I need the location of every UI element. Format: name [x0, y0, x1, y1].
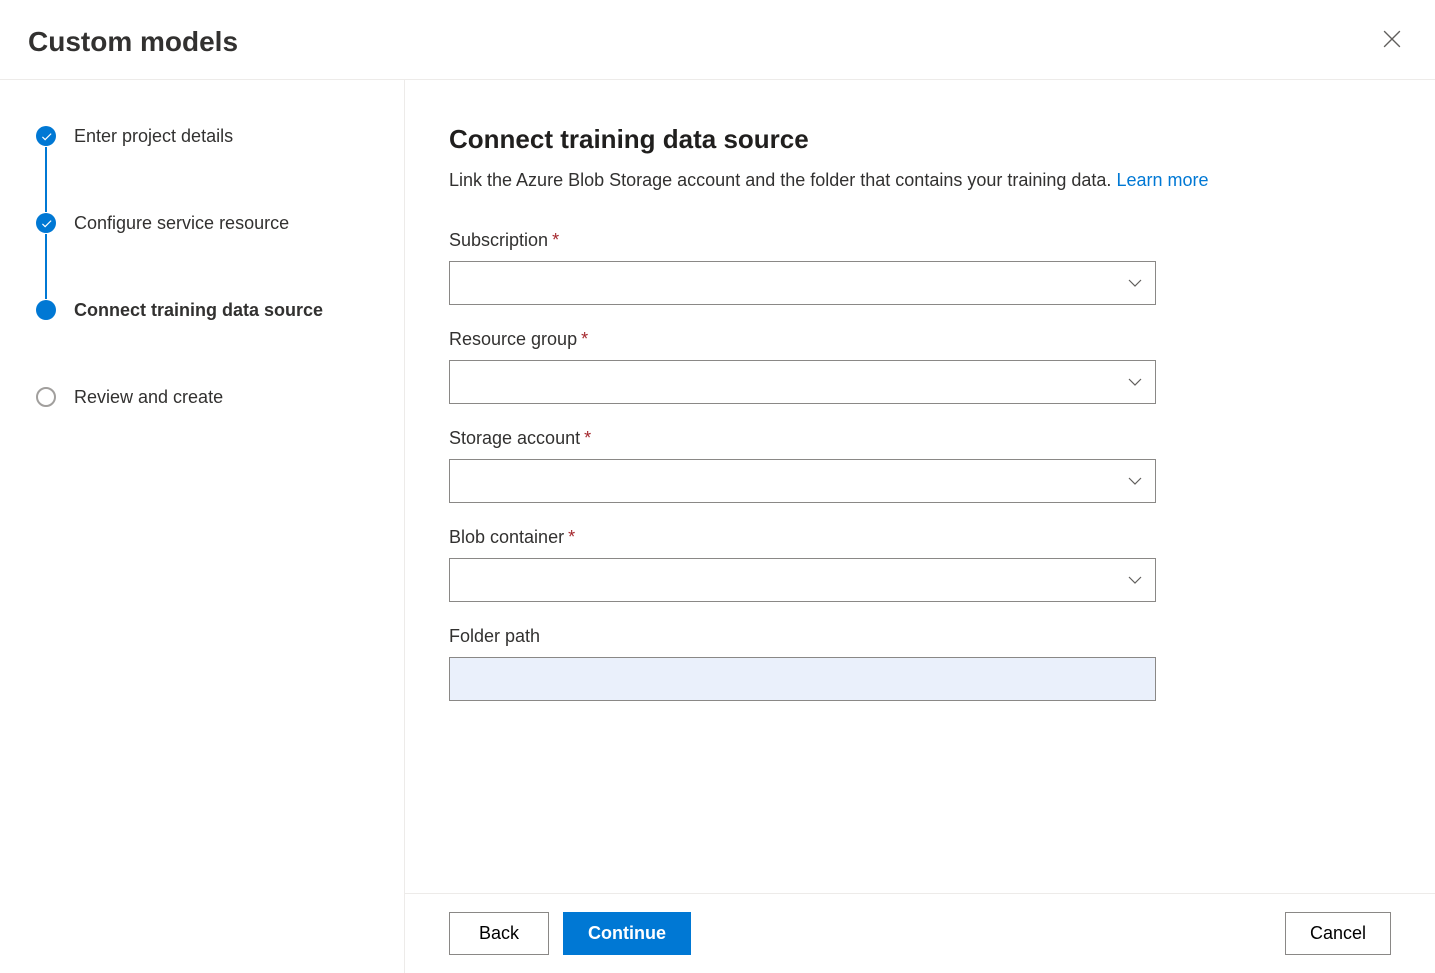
section-description: Link the Azure Blob Storage account and … — [449, 167, 1391, 194]
storage-account-dropdown[interactable] — [449, 459, 1156, 503]
step-label: Configure service resource — [74, 213, 289, 234]
required-asterisk: * — [568, 527, 575, 547]
pending-step-icon — [36, 387, 56, 407]
step-label: Review and create — [74, 387, 223, 408]
step-review-and-create[interactable]: Review and create — [36, 386, 376, 408]
blob-container-label: Blob container* — [449, 527, 1391, 548]
learn-more-link[interactable]: Learn more — [1116, 170, 1208, 190]
step-connect-training-data-source[interactable]: Connect training data source — [36, 299, 376, 321]
back-button[interactable]: Back — [449, 912, 549, 955]
step-configure-service-resource[interactable]: Configure service resource — [36, 212, 376, 234]
continue-button[interactable]: Continue — [563, 912, 691, 955]
blob-container-dropdown[interactable] — [449, 558, 1156, 602]
check-icon — [36, 126, 56, 146]
storage-account-label: Storage account* — [449, 428, 1391, 449]
folder-path-label: Folder path — [449, 626, 1391, 647]
current-step-icon — [36, 300, 56, 320]
cancel-button[interactable]: Cancel — [1285, 912, 1391, 955]
folder-path-input[interactable] — [449, 657, 1156, 701]
page-title: Custom models — [28, 26, 238, 58]
step-label: Connect training data source — [74, 300, 323, 321]
step-label: Enter project details — [74, 126, 233, 147]
check-icon — [36, 213, 56, 233]
required-asterisk: * — [552, 230, 559, 250]
wizard-footer: Back Continue Cancel — [405, 893, 1435, 973]
form-area: Connect training data source Link the Az… — [405, 80, 1435, 893]
subscription-dropdown[interactable] — [449, 261, 1156, 305]
required-asterisk: * — [581, 329, 588, 349]
required-asterisk: * — [584, 428, 591, 448]
subscription-label: Subscription* — [449, 230, 1391, 251]
resource-group-dropdown[interactable] — [449, 360, 1156, 404]
close-button[interactable] — [1377, 24, 1407, 59]
description-text: Link the Azure Blob Storage account and … — [449, 170, 1116, 190]
resource-group-label: Resource group* — [449, 329, 1391, 350]
wizard-steps-sidebar: Enter project details Configure service … — [0, 80, 405, 973]
header: Custom models — [0, 0, 1435, 80]
step-enter-project-details[interactable]: Enter project details — [36, 125, 376, 147]
close-icon — [1383, 30, 1401, 48]
section-title: Connect training data source — [449, 124, 1391, 155]
